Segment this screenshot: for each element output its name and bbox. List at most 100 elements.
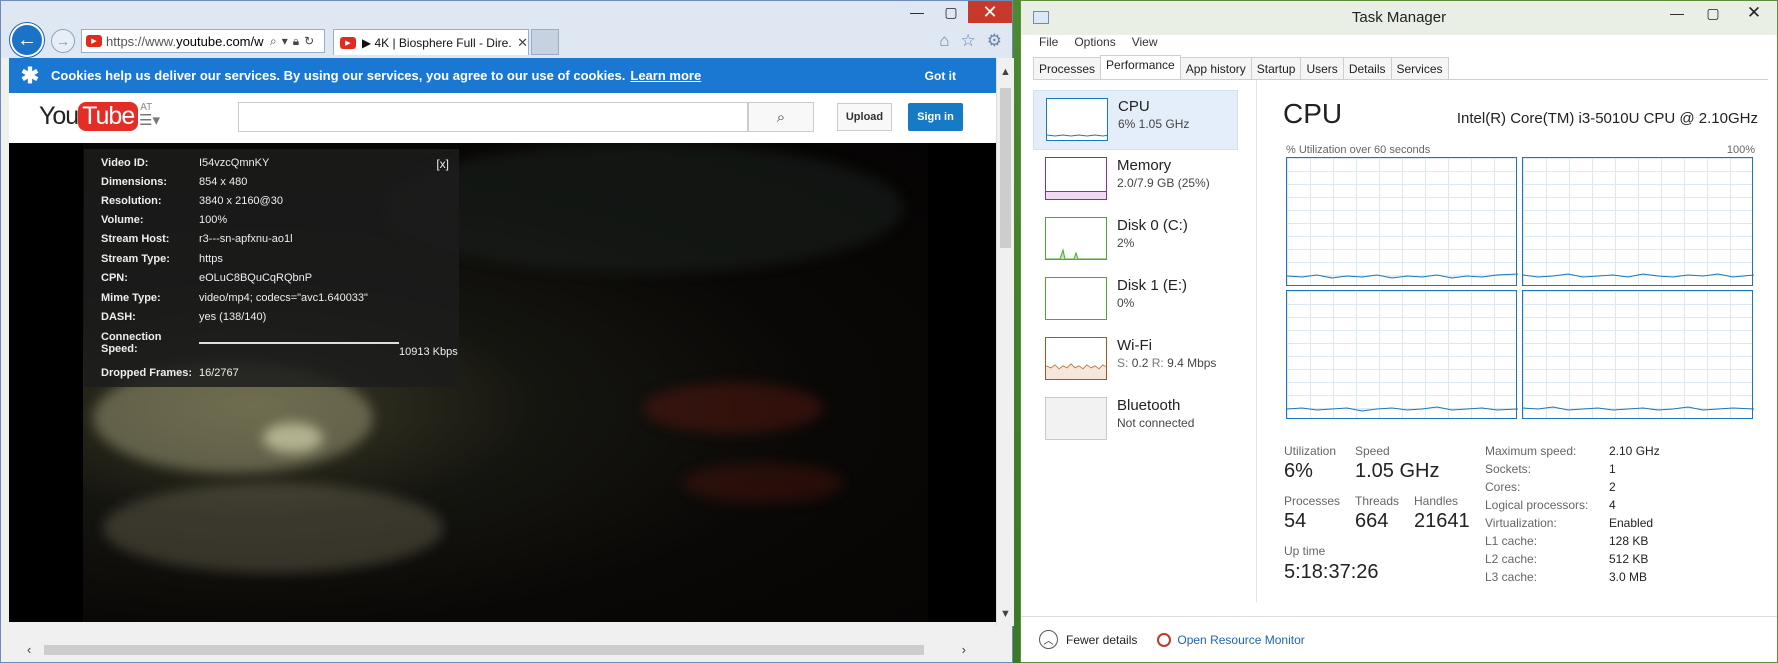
menu-view[interactable]: View: [1132, 35, 1158, 49]
sky-trees: [383, 143, 903, 273]
stat-key: Dropped Frames:: [101, 367, 193, 379]
search-icon[interactable]: ⌕: [270, 34, 277, 49]
stat-key: CPN:: [101, 272, 128, 284]
address-tools: ⌕ ▾ 🔒︎ ↻: [270, 34, 314, 49]
receive-label: R:: [1151, 356, 1164, 370]
youtube-logo[interactable]: You Tube AT: [39, 102, 152, 131]
minimize-button[interactable]: —: [1659, 1, 1695, 25]
send-value: 0.2: [1131, 356, 1149, 370]
stat-key: Dimensions:: [101, 176, 168, 188]
open-resource-monitor-link[interactable]: Open Resource Monitor: [1157, 632, 1305, 647]
tab-app-history[interactable]: App history: [1179, 57, 1252, 80]
fewer-details-button[interactable]: ︿ Fewer details: [1039, 630, 1137, 649]
search-button[interactable]: ⌕: [748, 102, 814, 132]
arrow-left-icon: ←: [17, 28, 37, 51]
logo-you: You: [39, 102, 79, 130]
lock-icon[interactable]: 🔒︎: [293, 34, 299, 49]
horizontal-scrollbar[interactable]: ‹ ›: [9, 640, 996, 660]
refresh-icon[interactable]: ↻: [304, 34, 314, 49]
tab-services[interactable]: Services: [1390, 57, 1449, 80]
tab-processes[interactable]: Processes: [1033, 57, 1102, 80]
memory-fill: [1046, 191, 1106, 199]
resource-value: 0%: [1117, 296, 1135, 310]
red-reflection: [683, 463, 843, 503]
spec-key: L1 cache:: [1485, 534, 1538, 548]
maximize-button[interactable]: ▢: [934, 1, 968, 23]
stat-value: video/mp4; codecs="avc1.640033": [199, 292, 368, 304]
stats-close-button[interactable]: [x]: [436, 157, 449, 171]
scroll-left-icon[interactable]: ‹: [27, 642, 31, 657]
forward-button[interactable]: →: [51, 29, 75, 53]
resource-name: CPU: [1118, 98, 1150, 115]
panel-divider: [1256, 80, 1257, 602]
vertical-scrollbar[interactable]: ▲ ▼: [996, 58, 1014, 626]
resource-monitor-icon: [1157, 632, 1172, 647]
stat-row: Dropped Frames: 16/2767: [101, 367, 239, 379]
logo-tube: Tube: [78, 102, 139, 131]
search-input[interactable]: [238, 102, 748, 132]
youtube-favicon-icon: ▶: [340, 36, 356, 49]
scroll-right-icon[interactable]: ›: [962, 642, 966, 657]
resource-disk-0[interactable]: Disk 0 (C:) 2%: [1033, 210, 1238, 270]
tab-startup[interactable]: Startup: [1250, 57, 1302, 80]
speed-label: Speed: [1355, 444, 1390, 458]
upload-button[interactable]: Upload: [837, 103, 892, 131]
sign-in-button[interactable]: Sign in: [908, 103, 963, 131]
resource-cpu[interactable]: CPU 6% 1.05 GHz: [1033, 90, 1238, 150]
favorites-star-icon[interactable]: ☆: [961, 31, 976, 51]
tab-performance[interactable]: Performance: [1100, 55, 1181, 77]
uptime-label: Up time: [1284, 544, 1326, 558]
send-label: S:: [1117, 356, 1129, 370]
got-it-button[interactable]: Got it: [925, 69, 956, 83]
home-icon[interactable]: ⌂: [939, 31, 949, 51]
stat-value: I54vzcQmnKY: [199, 157, 270, 169]
spec-key: Cores:: [1485, 480, 1521, 494]
address-bar[interactable]: ▶ https://www.youtube.com/w ⌕ ▾ 🔒︎ ↻: [81, 29, 325, 53]
minimize-button[interactable]: —: [900, 1, 934, 23]
stats-for-nerds-panel: [x] Video ID: I54vzcQmnKY Dimensions: 854 …: [84, 149, 459, 387]
close-button[interactable]: ✕: [968, 1, 1012, 23]
tab-close-icon[interactable]: ✕: [517, 35, 528, 51]
cookie-text: Cookies help us deliver our services. By…: [51, 68, 626, 83]
scrollbar-thumb[interactable]: [1000, 88, 1011, 248]
cpu-core-graph: [1286, 157, 1518, 286]
tab-users[interactable]: Users: [1300, 57, 1344, 80]
guide-menu-icon[interactable]: ☰▾: [139, 111, 160, 129]
resource-disk-1[interactable]: Disk 1 (E:) 0%: [1033, 270, 1238, 330]
back-button[interactable]: ←: [10, 23, 44, 57]
resource-wifi[interactable]: Wi-Fi S: 0.2 R: 9.4 Mbps: [1033, 330, 1238, 390]
dropdown-icon[interactable]: ▾: [282, 34, 288, 49]
cpu-thumbnail-graph: [1046, 98, 1108, 141]
tab-details[interactable]: Details: [1342, 57, 1392, 80]
fewer-details-label: Fewer details: [1066, 632, 1138, 647]
address-url[interactable]: https://www.youtube.com/w: [106, 34, 266, 49]
menu-options[interactable]: Options: [1074, 35, 1115, 49]
stat-key: Mime Type:: [101, 292, 161, 304]
tab-title: ▶ 4K | Biosphere Full - Dire...: [361, 35, 512, 50]
tab-youtube[interactable]: ▶ ▶ 4K | Biosphere Full - Dire... ✕: [333, 29, 529, 55]
spec-value: 1: [1609, 462, 1616, 476]
stat-value: 16/2767: [199, 367, 239, 379]
uptime-value: 5:18:37:26: [1284, 561, 1379, 583]
spec-value: 2.10 GHz: [1609, 444, 1660, 458]
stat-value: yes (138/140): [199, 311, 267, 323]
spec-key: L3 cache:: [1485, 570, 1538, 584]
new-tab-button[interactable]: [531, 29, 559, 55]
scrollbar-thumb[interactable]: [44, 645, 924, 655]
maximize-button[interactable]: ▢: [1695, 1, 1731, 25]
stat-value: r3---sn-apfxnu-ao1l: [199, 233, 293, 245]
stat-value: 10913 Kbps: [399, 346, 458, 358]
learn-more-link[interactable]: Learn more: [630, 68, 701, 83]
utilization-value: 6%: [1284, 460, 1313, 482]
cpu-heading: CPU: [1283, 98, 1343, 129]
menu-file[interactable]: File: [1039, 35, 1058, 49]
resource-memory[interactable]: Memory 2.0/7.9 GB (25%): [1033, 150, 1238, 210]
resource-bluetooth[interactable]: Bluetooth Not connected: [1033, 390, 1238, 450]
bluetooth-thumbnail-graph: [1045, 397, 1107, 440]
scroll-down-icon[interactable]: ▼: [1000, 608, 1011, 620]
scroll-up-icon[interactable]: ▲: [1000, 66, 1011, 78]
task-manager-titlebar: Task Manager — ▢ ✕: [1021, 1, 1777, 35]
spec-key: Virtualization:: [1485, 516, 1557, 530]
close-button[interactable]: ✕: [1731, 1, 1777, 25]
gear-icon[interactable]: ⚙: [987, 31, 1002, 51]
